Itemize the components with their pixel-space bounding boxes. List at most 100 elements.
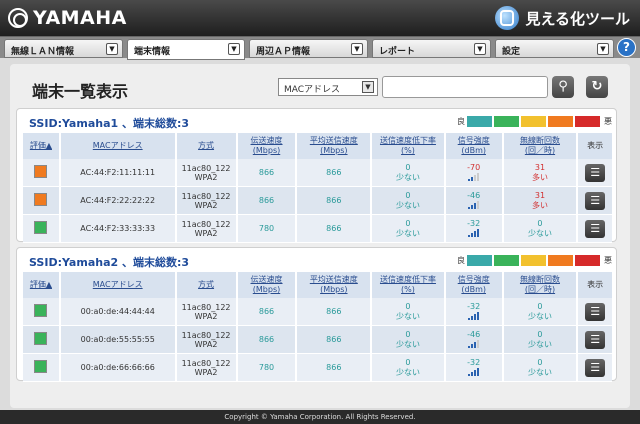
- search-field-select[interactable]: MACアドレス ▼: [278, 78, 378, 96]
- eval-indicator: [34, 332, 48, 345]
- mode-cell: 11ac80_122 WPA2: [176, 326, 238, 354]
- mode-cell: 11ac80_122 WPA2: [176, 215, 238, 243]
- select-value: MACアドレス: [284, 85, 341, 95]
- rate-cell: 780: [237, 215, 298, 243]
- ssid-title: SSID:Yamaha2 、端末総数:3: [29, 256, 190, 269]
- table-row[interactable]: 00:a0:de:55:55:55 11ac80_122 WPA2 866 866…: [23, 326, 612, 354]
- chevron-down-icon[interactable]: ▼: [106, 43, 118, 55]
- tab-label: 周辺ＡＰ情報: [256, 47, 311, 57]
- nav-bar: 無線ＬＡＮ情報 ▼ 端末情報 ▼ 周辺ＡＰ情報 ▼ レポート ▼ 設定 ▼ ?: [0, 36, 640, 60]
- chevron-down-icon[interactable]: ▼: [228, 43, 240, 55]
- quality-legend: 良悪: [457, 116, 612, 127]
- rate-cell: 780: [237, 354, 298, 382]
- ssid-title: SSID:Yamaha1 、端末総数:3: [29, 117, 190, 130]
- col-avg-rate[interactable]: 平均送信速度 (Mbps): [297, 272, 373, 298]
- tab-settings[interactable]: 設定 ▼: [495, 39, 614, 58]
- col-mac[interactable]: MACアドレス: [60, 272, 177, 298]
- chevron-down-icon[interactable]: ▼: [351, 43, 363, 55]
- mac-cell: 00:a0:de:44:44:44: [60, 298, 177, 326]
- col-drop-rate[interactable]: 送信速度低下率 (%): [372, 133, 446, 159]
- avg-rate-cell: 866: [297, 215, 373, 243]
- col-drop-rate[interactable]: 送信速度低下率 (%): [372, 272, 446, 298]
- col-show: 表示: [578, 272, 612, 298]
- avg-rate-cell: 866: [297, 354, 373, 382]
- mac-cell: AC:44:F2:11:11:11: [60, 159, 177, 187]
- signal-cell: -46: [445, 326, 504, 354]
- tab-terminal-info[interactable]: 端末情報 ▼: [127, 39, 245, 60]
- rate-cell: 866: [237, 326, 298, 354]
- table-row[interactable]: AC:44:F2:11:11:11 11ac80_122 WPA2 866 866…: [23, 159, 612, 187]
- terminal-table: 評価▲ MACアドレス 方式 伝送速度 (Mbps) 平均送信速度 (Mbps) 送…: [23, 133, 612, 243]
- col-signal[interactable]: 信号強度 (dBm): [445, 133, 504, 159]
- legend-swatch: [575, 116, 600, 127]
- list-detail-icon[interactable]: ☰: [585, 358, 606, 377]
- eval-indicator: [34, 193, 48, 206]
- help-icon[interactable]: ?: [617, 38, 636, 57]
- legend-swatch: [467, 255, 492, 266]
- tab-report[interactable]: レポート ▼: [372, 39, 491, 58]
- table-row[interactable]: 00:a0:de:66:66:66 11ac80_122 WPA2 780 866…: [23, 354, 612, 382]
- avg-rate-cell: 866: [297, 159, 373, 187]
- show-cell: ☰: [578, 215, 612, 243]
- rate-cell: 866: [237, 187, 298, 215]
- page-title: 端末一覧表示: [32, 82, 129, 101]
- signal-bars-icon: [468, 367, 480, 376]
- table-row[interactable]: 00:a0:de:44:44:44 11ac80_122 WPA2 866 866…: [23, 298, 612, 326]
- signal-bars-icon: [468, 228, 480, 237]
- disconnect-cell: 31 多い: [503, 159, 579, 187]
- mac-cell: 00:a0:de:55:55:55: [60, 326, 177, 354]
- tab-label: レポート: [379, 47, 416, 57]
- eval-indicator: [34, 165, 48, 178]
- eval-cell: [23, 159, 61, 187]
- col-signal[interactable]: 信号強度 (dBm): [445, 272, 504, 298]
- list-detail-icon[interactable]: ☰: [585, 330, 606, 349]
- mode-cell: 11ac80_122 WPA2: [176, 187, 238, 215]
- col-eval[interactable]: 評価▲: [23, 272, 61, 298]
- col-rate[interactable]: 伝送速度 (Mbps): [237, 272, 298, 298]
- drop-rate-cell: 0 少ない: [372, 298, 446, 326]
- col-disconnect[interactable]: 無線断回数 (回／時): [503, 133, 579, 159]
- col-rate[interactable]: 伝送速度 (Mbps): [237, 133, 298, 159]
- list-detail-icon[interactable]: ☰: [585, 302, 606, 321]
- legend-good: 良: [457, 256, 465, 265]
- quality-legend: 良悪: [457, 255, 612, 266]
- col-eval[interactable]: 評価▲: [23, 133, 61, 159]
- tab-nearby-ap-info[interactable]: 周辺ＡＰ情報 ▼: [249, 39, 368, 58]
- eval-indicator: [34, 360, 48, 373]
- mac-cell: AC:44:F2:33:33:33: [60, 215, 177, 243]
- tab-wireless-lan-info[interactable]: 無線ＬＡＮ情報 ▼: [4, 39, 123, 58]
- legend-swatch: [575, 255, 600, 266]
- drop-rate-cell: 0 少ない: [372, 215, 446, 243]
- tab-label: 無線ＬＡＮ情報: [11, 47, 75, 57]
- col-avg-rate[interactable]: 平均送信速度 (Mbps): [297, 133, 373, 159]
- col-disconnect[interactable]: 無線断回数 (回／時): [503, 272, 579, 298]
- legend-swatch: [548, 116, 573, 127]
- yamaha-logo: YAMAHA: [8, 7, 127, 29]
- disconnect-cell: 0 少ない: [503, 215, 579, 243]
- table-row[interactable]: AC:44:F2:33:33:33 11ac80_122 WPA2 780 866…: [23, 215, 612, 243]
- search-icon[interactable]: ⚲: [552, 76, 574, 98]
- disconnect-cell: 0 少ない: [503, 298, 579, 326]
- drop-rate-cell: 0 少ない: [372, 187, 446, 215]
- refresh-icon[interactable]: ↻: [586, 76, 608, 98]
- list-detail-icon[interactable]: ☰: [585, 191, 606, 210]
- legend-swatch: [494, 255, 519, 266]
- table-row[interactable]: AC:44:F2:22:22:22 11ac80_122 WPA2 866 866…: [23, 187, 612, 215]
- chevron-down-icon[interactable]: ▼: [474, 43, 486, 55]
- chevron-down-icon[interactable]: ▼: [597, 43, 609, 55]
- col-mode[interactable]: 方式: [176, 133, 238, 159]
- list-detail-icon[interactable]: ☰: [585, 163, 606, 182]
- col-mac[interactable]: MACアドレス: [60, 133, 177, 159]
- disconnect-cell: 0 少ない: [503, 354, 579, 382]
- avg-rate-cell: 866: [297, 326, 373, 354]
- eval-indicator: [34, 221, 48, 234]
- signal-cell: -46: [445, 187, 504, 215]
- signal-bars-icon: [468, 172, 480, 181]
- footer-copyright: Copyright © Yamaha Corporation. All Righ…: [0, 410, 640, 424]
- col-mode[interactable]: 方式: [176, 272, 238, 298]
- search-input[interactable]: [382, 76, 548, 98]
- eval-indicator: [34, 304, 48, 317]
- list-detail-icon[interactable]: ☰: [585, 219, 606, 238]
- logo-text: YAMAHA: [33, 7, 127, 29]
- chevron-down-icon[interactable]: ▼: [362, 81, 374, 93]
